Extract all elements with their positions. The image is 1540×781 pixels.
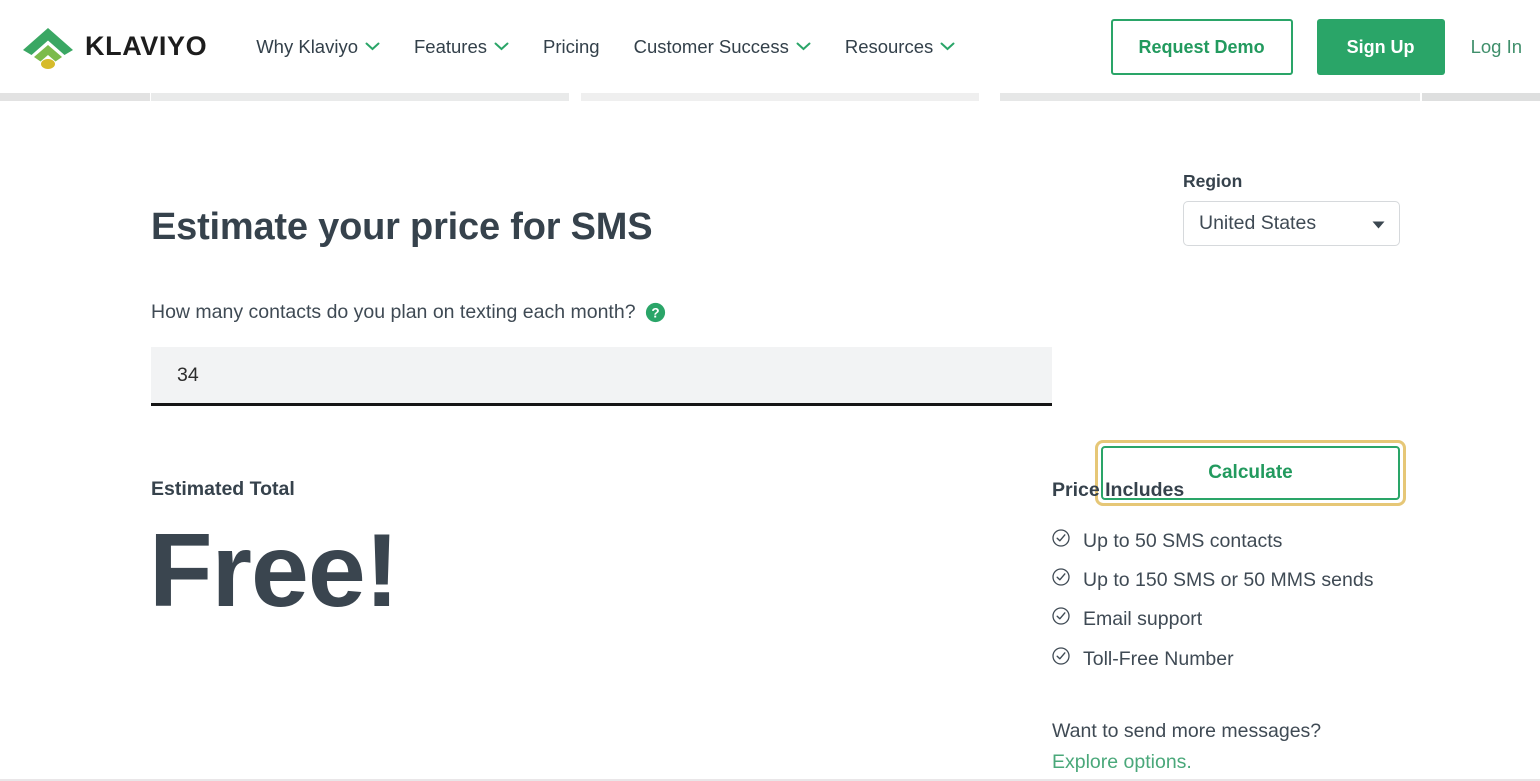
nav-item-resources[interactable]: Resources xyxy=(828,27,972,67)
klaviyo-wifi-chevron-logo xyxy=(23,27,73,69)
explore-options-link[interactable]: Explore options. xyxy=(1052,751,1432,774)
region-label: Region xyxy=(1183,171,1243,191)
check-circle-icon xyxy=(1052,646,1070,665)
nav-item-pricing[interactable]: Pricing xyxy=(526,27,617,67)
page-title: Estimate your price for SMS xyxy=(151,206,653,248)
svg-text:?: ? xyxy=(651,305,659,320)
list-item-label: Up to 150 SMS or 50 MMS sends xyxy=(1083,569,1374,592)
brand-logo[interactable]: KLAVIYO xyxy=(20,24,207,70)
list-item: Toll-Free Number xyxy=(1052,643,1412,675)
check-circle-icon xyxy=(1052,568,1070,586)
more-messages-question: Want to send more messages? xyxy=(1052,720,1322,742)
strip-segment xyxy=(581,92,979,101)
strip-segment xyxy=(0,92,150,101)
list-item: Up to 150 SMS or 50 MMS sends xyxy=(1052,564,1412,596)
list-item: Up to 50 SMS contacts xyxy=(1052,525,1412,557)
estimated-total-value: Free! xyxy=(149,513,399,629)
strip-segment xyxy=(1422,92,1540,101)
contacts-input-wrapper[interactable] xyxy=(151,347,1052,406)
estimated-total-label: Estimated Total xyxy=(151,478,295,500)
nav-item-label: Features xyxy=(414,35,488,57)
strip-segment xyxy=(1000,92,1420,101)
region-select[interactable]: United States xyxy=(1183,201,1400,246)
nav-item-features[interactable]: Features xyxy=(397,27,526,67)
region-selected-value: United States xyxy=(1199,212,1317,234)
nav-item-label: Customer Success xyxy=(633,35,789,57)
chevron-down-icon xyxy=(940,42,955,51)
sign-up-button[interactable]: Sign Up xyxy=(1316,18,1445,75)
nav-item-label: Pricing xyxy=(543,35,600,57)
price-includes-list: Up to 50 SMS contacts Up to 150 SMS or 5… xyxy=(1052,525,1412,675)
list-item-label: Email support xyxy=(1083,608,1203,631)
sms-price-estimator: Estimate your price for SMS How many con… xyxy=(0,93,1540,781)
list-item-label: Toll-Free Number xyxy=(1083,647,1234,670)
scrolled-content-strips xyxy=(0,92,1540,101)
more-messages-block: Want to send more messages? Explore opti… xyxy=(1052,720,1432,774)
help-circle-icon[interactable]: ? xyxy=(645,302,666,323)
price-includes-block: Price Includes Up to 50 SMS contacts Up … xyxy=(1052,479,1412,682)
nav-item-label: Resources xyxy=(844,35,934,57)
log-in-link[interactable]: Log In xyxy=(1471,36,1522,58)
chevron-down-icon xyxy=(365,42,380,51)
price-includes-title: Price Includes xyxy=(1052,479,1185,501)
nav-actions: Request Demo Sign Up Log In xyxy=(1110,0,1540,93)
region-selector: Region United States xyxy=(1183,171,1400,246)
contacts-question-label: How many contacts do you plan on texting… xyxy=(151,301,636,323)
chevron-down-icon xyxy=(494,42,509,51)
strip-segment xyxy=(151,92,569,101)
brand-name: KLAVIYO xyxy=(85,31,208,61)
contacts-input[interactable] xyxy=(151,347,1052,403)
check-circle-icon xyxy=(1052,607,1070,625)
request-demo-button[interactable]: Request Demo xyxy=(1110,18,1293,75)
primary-nav: Why Klaviyo Features Pricing Customer Su… xyxy=(239,27,972,67)
list-item: Email support xyxy=(1052,603,1412,635)
chevron-down-icon xyxy=(1372,221,1385,229)
check-circle-icon xyxy=(1052,529,1070,547)
contacts-question: How many contacts do you plan on texting… xyxy=(151,301,666,324)
nav-item-customer-success[interactable]: Customer Success xyxy=(617,27,828,67)
nav-item-why-klaviyo[interactable]: Why Klaviyo xyxy=(239,27,397,67)
nav-item-label: Why Klaviyo xyxy=(256,35,358,57)
list-item-label: Up to 50 SMS contacts xyxy=(1083,530,1283,552)
chevron-down-icon xyxy=(796,42,811,51)
top-navigation-bar: KLAVIYO Why Klaviyo Features Pricing Cus… xyxy=(0,0,1540,93)
